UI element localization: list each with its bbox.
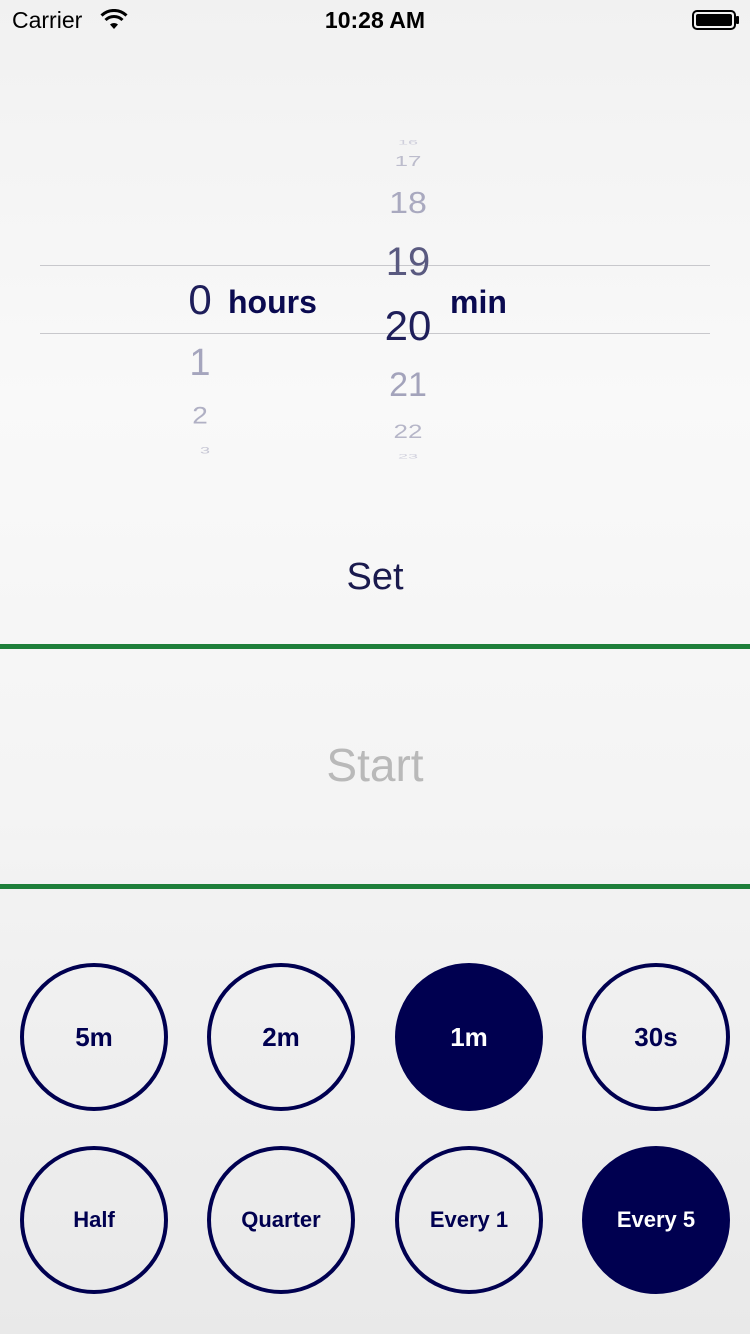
mode-every-1-button[interactable]: Every 1	[395, 1146, 543, 1294]
clock: 10:28 AM	[324, 7, 426, 33]
start-button[interactable]: Start	[0, 738, 750, 792]
minutes-option: 22	[393, 419, 423, 443]
bottom-divider	[0, 884, 750, 889]
minutes-option: 23	[397, 452, 419, 460]
minutes-option: 16	[397, 138, 419, 146]
hours-option: 2	[192, 402, 208, 429]
minutes-option: 19	[385, 240, 431, 284]
minutes-unit-label: min	[450, 284, 507, 320]
duration-picker[interactable]: 0 1 2 3 hours 16 17 18 19 20 21 22 23 mi…	[0, 120, 750, 480]
interval-5m-button[interactable]: 5m	[20, 963, 168, 1111]
mode-label: Every 1	[429, 1207, 509, 1232]
hours-option: 1	[189, 342, 211, 384]
mode-label: Quarter	[241, 1207, 321, 1232]
mode-label: Half	[73, 1207, 115, 1232]
minutes-option: 18	[389, 185, 427, 221]
mode-every-5-button[interactable]: Every 5	[582, 1146, 730, 1294]
interval-label: 2m	[262, 1021, 300, 1052]
interval-1m-button[interactable]: 1m	[395, 963, 543, 1111]
minutes-option: 17	[394, 153, 422, 170]
battery-icon	[692, 10, 739, 30]
interval-30s-button[interactable]: 30s	[582, 963, 730, 1111]
hours-option: 3	[199, 445, 210, 456]
mode-quarter-button[interactable]: Quarter	[207, 1146, 355, 1294]
interval-label: 5m	[75, 1021, 113, 1052]
interval-2m-button[interactable]: 2m	[207, 963, 355, 1111]
top-divider	[0, 644, 750, 649]
set-button[interactable]: Set	[0, 556, 750, 599]
minutes-option: 21	[389, 366, 427, 404]
status-bar: Carrier 10:28 AM	[0, 0, 750, 40]
interval-label: 30s	[634, 1021, 678, 1052]
hours-unit-label: hours	[228, 284, 317, 320]
mode-half-button[interactable]: Half	[20, 1146, 168, 1294]
hours-selected-value: 0	[188, 276, 212, 323]
interval-label: 1m	[450, 1021, 488, 1052]
mode-label: Every 5	[616, 1207, 696, 1232]
minutes-selected-value: 20	[384, 302, 432, 349]
